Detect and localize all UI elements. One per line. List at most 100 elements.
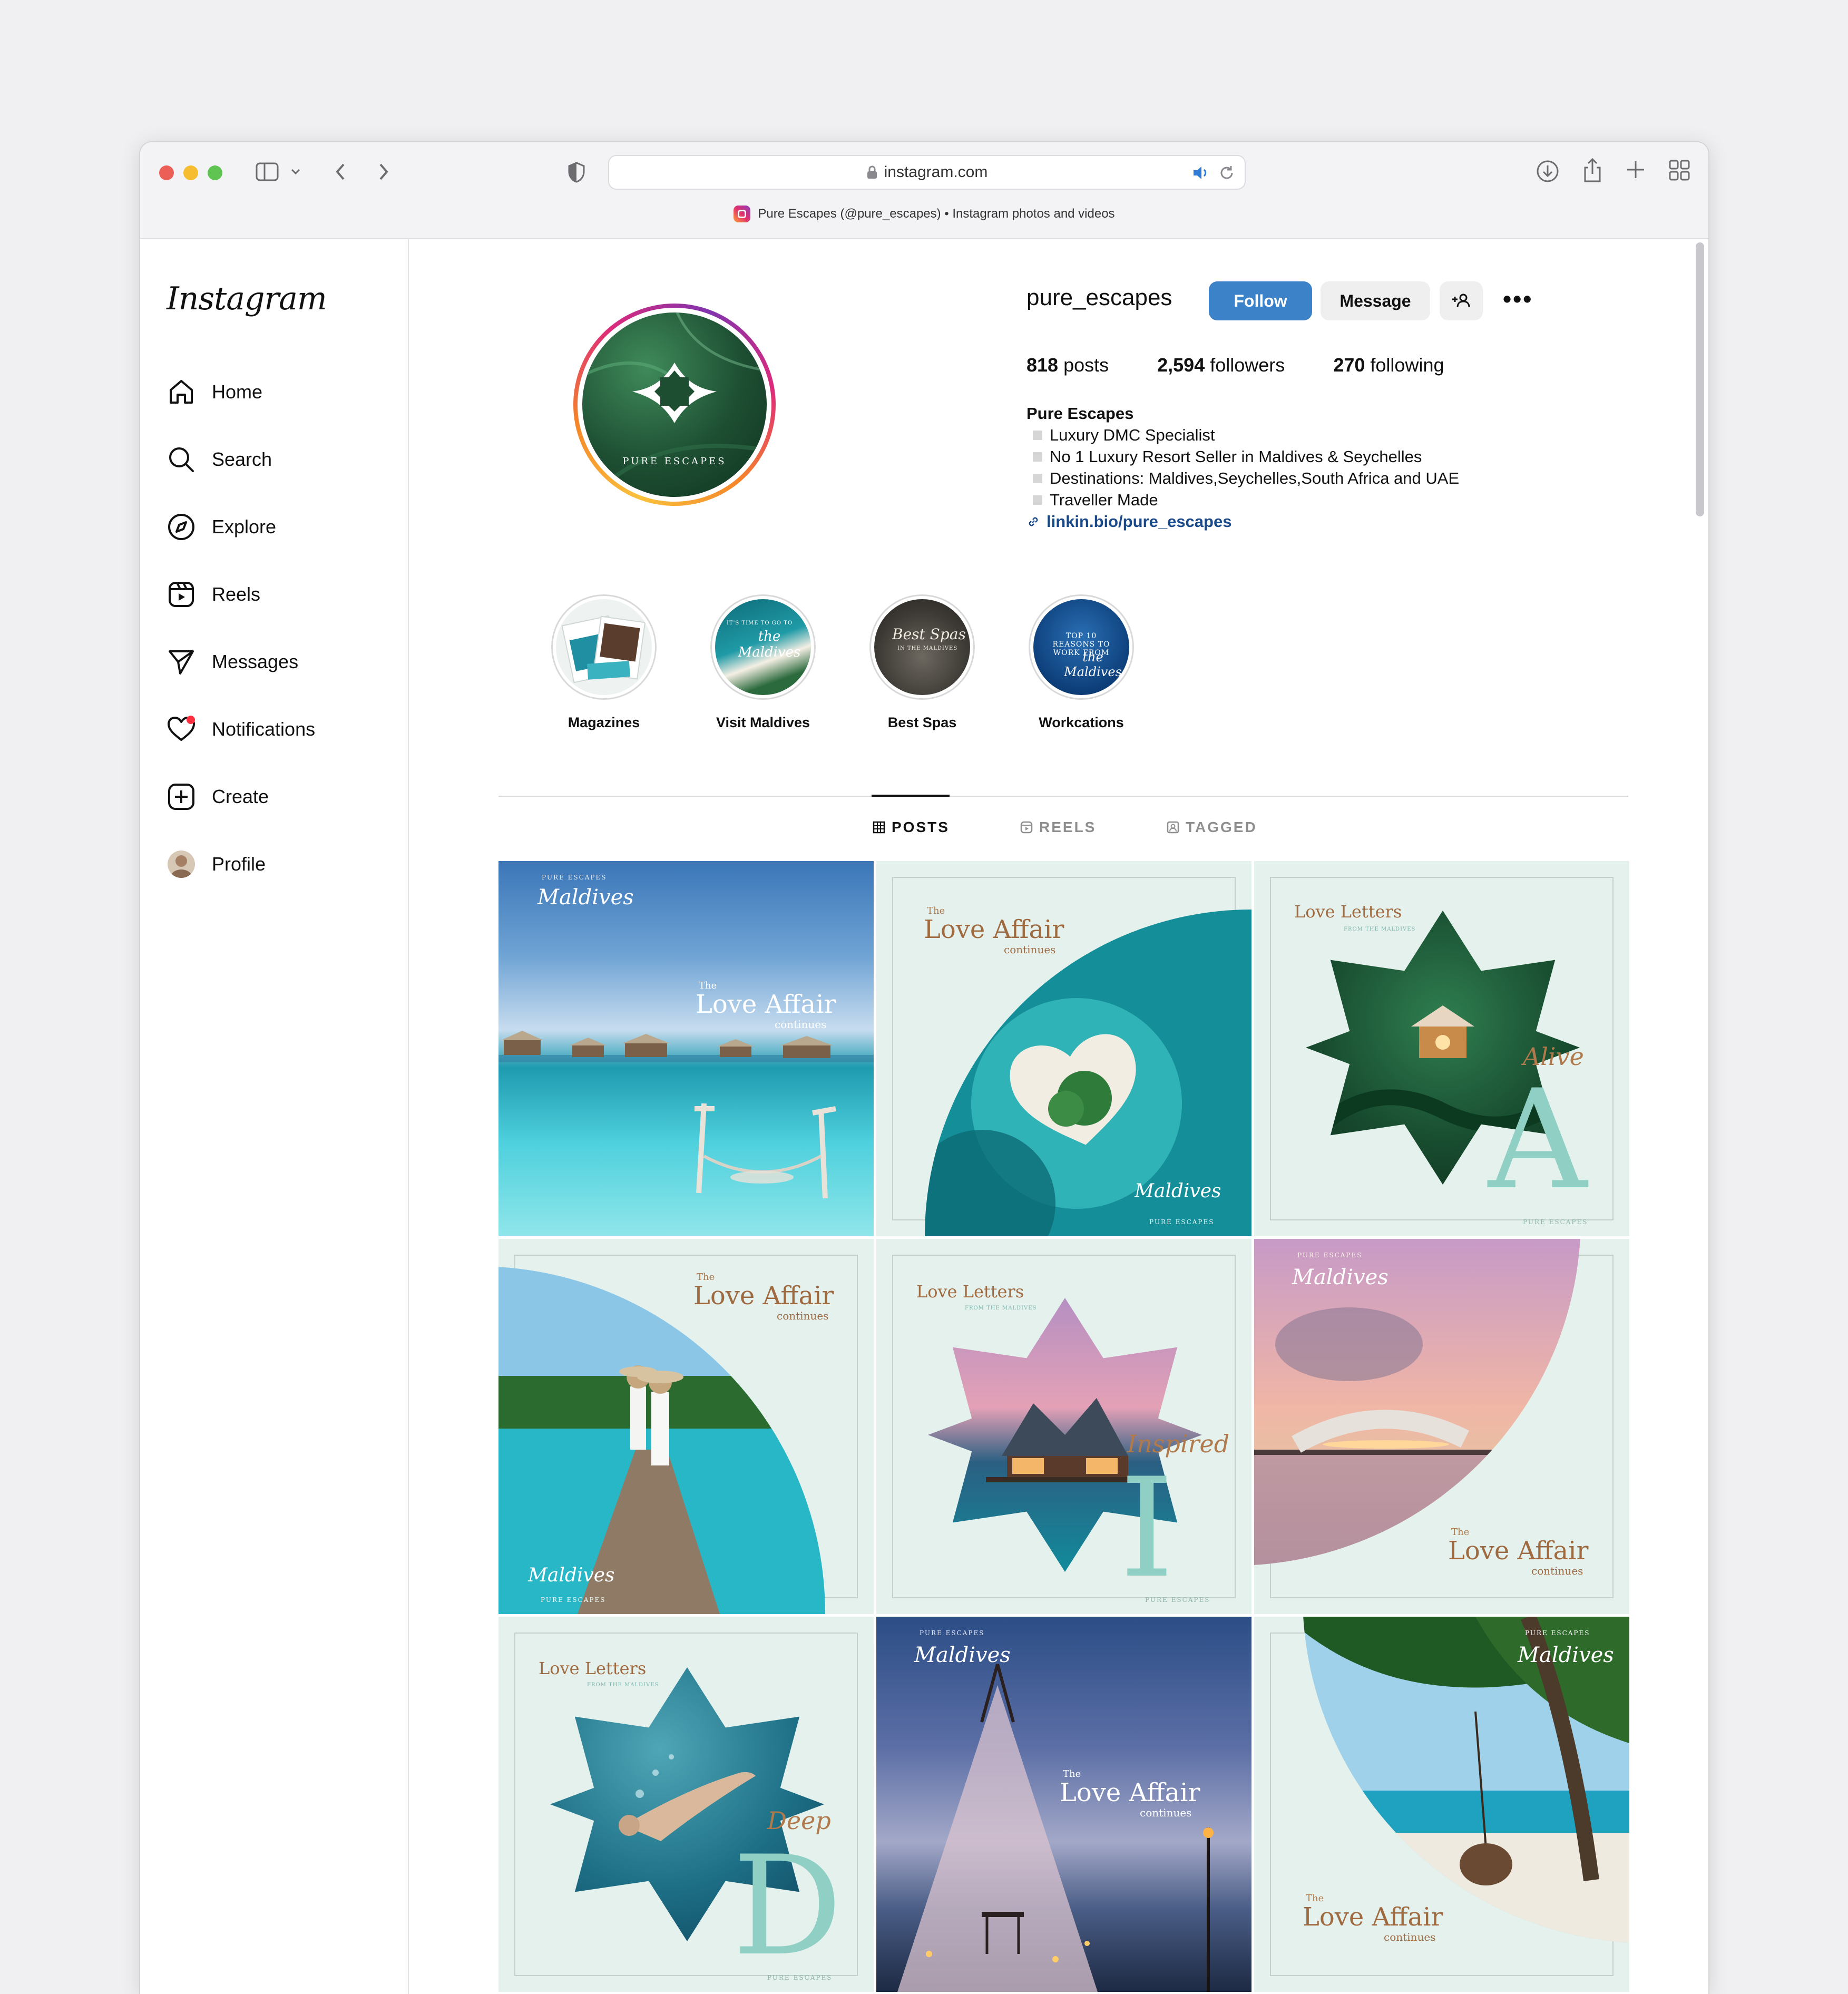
back-icon[interactable] xyxy=(333,161,349,182)
highlight-cover: TOP 10 REASONS TO WORK FROM the Maldives xyxy=(1033,599,1129,695)
post-from-maldives-text: FROM THE MALDIVES xyxy=(1344,926,1416,932)
sidebar-item-create[interactable]: Create xyxy=(167,782,269,812)
post-love-affair-text: Love Affair xyxy=(1303,1902,1443,1932)
profile-username: pure_escapes xyxy=(1026,285,1172,310)
profile-avatar[interactable]: PURE ESCAPES xyxy=(573,304,776,506)
tab-overview-icon[interactable] xyxy=(1668,159,1690,181)
follow-button[interactable]: Follow xyxy=(1209,281,1312,320)
posts-stat[interactable]: 818 posts xyxy=(1026,354,1109,376)
beach-swing-illustration xyxy=(1303,1617,1629,1943)
sidebar-toggle-icon[interactable] xyxy=(255,161,279,182)
following-count: 270 xyxy=(1333,354,1365,376)
page-scrollbar[interactable] xyxy=(1696,242,1704,516)
share-icon[interactable] xyxy=(1582,157,1603,183)
post-brand: PURE ESCAPES xyxy=(1525,1629,1590,1637)
profile-stats: 818 posts 2,594 followers 270 following xyxy=(1026,354,1444,376)
reels-icon xyxy=(169,582,194,607)
instagram-logo[interactable]: Instagram xyxy=(167,280,327,317)
sidebar-item-label: Messages xyxy=(212,651,299,672)
post-brand: PURE ESCAPES xyxy=(1523,1218,1588,1226)
pure-escapes-logo: PURE ESCAPES xyxy=(582,312,767,497)
highlight-cover-script: the Maldives xyxy=(738,629,801,660)
plus-square-icon xyxy=(168,784,194,810)
post-tile[interactable]: Love Letters FROM THE MALDIVES A Alive P… xyxy=(1254,861,1629,1236)
reload-icon[interactable] xyxy=(1218,164,1235,185)
zoom-window-button[interactable] xyxy=(208,165,222,180)
leaf-pattern-icon xyxy=(582,312,767,488)
post-tile[interactable]: Love Letters FROM THE MALDIVES I Inspire… xyxy=(876,1239,1251,1614)
bio-link[interactable]: linkin.bio/pure_escapes xyxy=(1026,511,1459,532)
downloads-icon[interactable] xyxy=(1536,159,1560,183)
sidebar-item-search[interactable]: Search xyxy=(167,445,272,474)
add-person-icon xyxy=(1452,294,1470,308)
followers-count: 2,594 xyxy=(1157,354,1205,376)
bio-line: Destinations: Maldives,Seychelles,South … xyxy=(1026,467,1459,489)
post-tile[interactable]: PURE ESCAPES Maldives The Love Affair co… xyxy=(876,1617,1251,1992)
browser-toolbar: instagram.com Pure Escapes (@pure_escape… xyxy=(140,142,1708,239)
post-tile[interactable]: Love Letters FROM THE MALDIVES D Deep PU… xyxy=(498,1617,874,1992)
grid-icon xyxy=(873,821,885,834)
new-tab-icon[interactable] xyxy=(1625,159,1646,180)
sidebar-item-home[interactable]: Home xyxy=(167,377,262,407)
tab-posts[interactable]: POSTS xyxy=(873,819,950,836)
tab-reels[interactable]: REELS xyxy=(1020,819,1096,836)
sidebar-item-messages[interactable]: Messages xyxy=(167,647,298,677)
sidebar-item-label: Explore xyxy=(212,516,277,537)
avatar-icon xyxy=(168,851,195,878)
highlight-cover xyxy=(556,599,652,695)
heart-icon xyxy=(168,716,195,741)
privacy-shield-icon[interactable] xyxy=(567,161,586,183)
post-tile[interactable]: PURE ESCAPES Maldives The Love Affair co… xyxy=(1254,1617,1629,1992)
highlight-visit-maldives[interactable]: IT'S TIME TO GO TO the Maldives Visit Ma… xyxy=(710,594,816,731)
chevron-down-icon[interactable] xyxy=(290,165,301,177)
sidebar-item-label: Profile xyxy=(212,853,266,875)
minimize-window-button[interactable] xyxy=(183,165,198,180)
message-button[interactable]: Message xyxy=(1321,281,1430,320)
post-maldives-script: Maldives xyxy=(528,1565,615,1586)
post-maldives-script: Maldives xyxy=(1292,1265,1389,1289)
reels-small-icon xyxy=(1020,821,1033,834)
post-brand: PURE ESCAPES xyxy=(1297,1252,1363,1259)
sidebar-item-label: Create xyxy=(212,786,269,807)
close-window-button[interactable] xyxy=(159,165,174,180)
bio-line-text: Traveller Made xyxy=(1050,491,1158,509)
posts-grid: PURE ESCAPES Maldives The Love Affair co… xyxy=(498,861,1629,1992)
highlight-best-spas[interactable]: Best Spas IN THE MALDIVES Best Spas xyxy=(869,594,975,731)
post-tile[interactable]: The Love Affair continues Maldives PURE … xyxy=(498,1239,874,1614)
highlight-workcations[interactable]: TOP 10 REASONS TO WORK FROM the Maldives… xyxy=(1029,594,1134,731)
address-bar[interactable]: instagram.com xyxy=(608,155,1246,190)
post-from-maldives-text: FROM THE MALDIVES xyxy=(587,1682,659,1688)
posts-count: 818 xyxy=(1026,354,1059,376)
more-options-icon[interactable]: ••• xyxy=(1503,285,1533,313)
forward-icon[interactable] xyxy=(375,161,391,182)
tabs-divider xyxy=(498,796,1628,797)
water-villas-illustration xyxy=(498,1031,874,1199)
following-stat[interactable]: 270 following xyxy=(1333,354,1444,376)
suggested-users-button[interactable] xyxy=(1440,281,1483,320)
instagram-favicon-icon xyxy=(734,206,751,222)
tab-tagged[interactable]: TAGGED xyxy=(1167,819,1257,836)
post-brand: PURE ESCAPES xyxy=(767,1974,833,1981)
sidebar-item-notifications[interactable]: Notifications xyxy=(167,715,315,744)
post-tile[interactable]: PURE ESCAPES Maldives The Love Affair co… xyxy=(1254,1239,1629,1614)
post-love-affair-text: Love Affair xyxy=(693,1281,834,1311)
highlight-cover-script: the Maldives xyxy=(1064,650,1122,679)
tab-label: TAGGED xyxy=(1186,819,1257,835)
post-tile[interactable]: The Love Affair continues Maldives PURE … xyxy=(876,861,1251,1236)
post-love-letters-text: Love Letters xyxy=(916,1282,1024,1302)
bio-line: Traveller Made xyxy=(1026,489,1459,511)
sidebar-item-profile[interactable]: Profile xyxy=(167,849,266,879)
followers-stat[interactable]: 2,594 followers xyxy=(1157,354,1285,376)
post-alive-letter: A xyxy=(1488,1061,1587,1220)
sidebar-item-reels[interactable]: Reels xyxy=(167,580,260,609)
speaker-icon[interactable] xyxy=(1192,164,1210,185)
bio-line: No 1 Luxury Resort Seller in Maldives & … xyxy=(1026,446,1459,467)
active-tab-indicator xyxy=(872,795,950,797)
post-tile[interactable]: PURE ESCAPES Maldives The Love Affair co… xyxy=(498,861,874,1236)
highlight-magazines[interactable]: Magazines xyxy=(551,594,657,731)
sidebar-item-explore[interactable]: Explore xyxy=(167,512,276,542)
active-tab[interactable]: Pure Escapes (@pure_escapes) • Instagram… xyxy=(140,206,1708,222)
highlight-cover-script: Best Spas xyxy=(892,625,966,643)
compass-icon xyxy=(168,514,194,540)
post-from-maldives-text: FROM THE MALDIVES xyxy=(965,1305,1037,1311)
